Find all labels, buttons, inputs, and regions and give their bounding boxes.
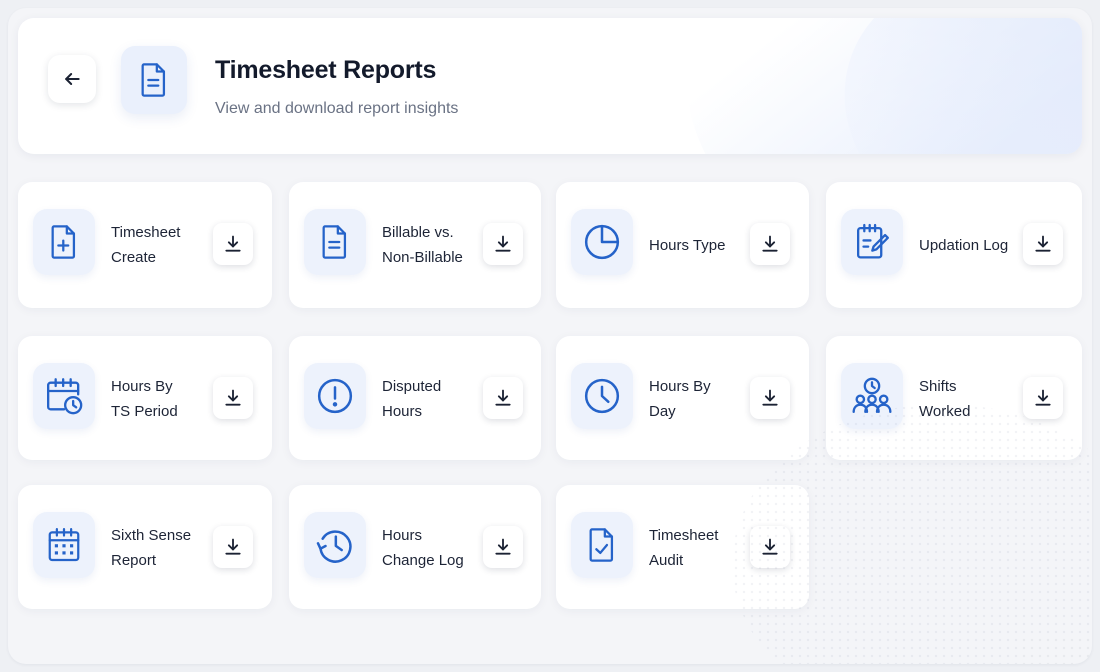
download-icon — [760, 537, 780, 557]
clipboard-edit-icon — [853, 222, 891, 262]
report-label-line2: Report — [111, 552, 157, 569]
report-label-line2: Worked — [919, 403, 971, 420]
report-label: Hours Type — [649, 182, 759, 308]
alert-circle-icon — [315, 376, 355, 416]
report-label-line1: Disputed — [382, 378, 442, 395]
download-button[interactable] — [213, 377, 253, 419]
report-label: Billable vs. Non-Billable — [382, 182, 492, 308]
clock-icon — [582, 376, 622, 416]
report-label: Timesheet Create — [111, 182, 221, 308]
file-check-icon — [585, 526, 619, 564]
report-icon-tile — [571, 512, 633, 578]
report-label-line1: Timesheet — [649, 527, 719, 544]
report-card-hours-type[interactable]: Hours Type — [556, 182, 809, 308]
download-icon — [760, 388, 780, 408]
report-label-line1: Updation Log — [919, 236, 1009, 254]
report-label: Timesheet Audit — [649, 485, 759, 611]
download-button[interactable] — [750, 526, 790, 568]
download-button[interactable] — [750, 377, 790, 419]
report-label-line1: Hours Type — [649, 236, 726, 254]
report-card-hours-by-day[interactable]: Hours By Day — [556, 336, 809, 460]
report-card-timesheet-create[interactable]: Timesheet Create — [18, 182, 272, 308]
team-clock-icon — [850, 376, 894, 416]
file-plus-icon — [47, 223, 81, 261]
document-lines-icon — [318, 223, 352, 261]
report-label-line2: Change Log — [382, 552, 464, 569]
report-label-line2: Audit — [649, 552, 684, 569]
report-icon-tile — [571, 363, 633, 429]
report-label-line1: Timesheet — [111, 224, 181, 241]
download-button[interactable] — [750, 223, 790, 265]
report-card-updation-log[interactable]: Updation Log — [826, 182, 1082, 308]
download-icon — [1033, 234, 1053, 254]
report-card-disputed-hours[interactable]: Disputed Hours — [289, 336, 541, 460]
download-icon — [493, 537, 513, 557]
download-icon — [1033, 388, 1053, 408]
calendar-grid-icon — [45, 525, 83, 565]
report-card-shifts-worked[interactable]: Shifts Worked — [826, 336, 1082, 460]
report-icon-tile — [304, 363, 366, 429]
report-label: Hours By TS Period — [111, 336, 221, 462]
calendar-clock-icon — [44, 376, 84, 416]
report-label: Shifts Worked — [919, 336, 1029, 462]
report-card-hours-by-ts-period[interactable]: Hours By TS Period — [18, 336, 272, 460]
report-icon-tile — [571, 209, 633, 275]
download-button[interactable] — [213, 223, 253, 265]
report-card-timesheet-audit[interactable]: Timesheet Audit — [556, 485, 809, 609]
report-panel: Timesheet Reports View and download repo… — [8, 8, 1092, 664]
download-icon — [223, 234, 243, 254]
report-card-billable[interactable]: Billable vs. Non-Billable — [289, 182, 541, 308]
download-icon — [493, 234, 513, 254]
report-grid: Timesheet Create Billable vs. Non-Billab… — [8, 8, 1092, 664]
report-card-hours-change-log[interactable]: Hours Change Log — [289, 485, 541, 609]
report-label: Updation Log — [919, 182, 1031, 308]
report-label-line1: Shifts — [919, 378, 957, 395]
report-icon-tile — [841, 209, 903, 275]
report-label-line1: Hours By — [649, 378, 711, 395]
download-button[interactable] — [483, 377, 523, 419]
report-icon-tile — [304, 209, 366, 275]
report-label-line2: Create — [111, 249, 157, 266]
report-label-line1: Billable vs. — [382, 224, 454, 241]
report-icon-tile — [841, 363, 903, 429]
report-card-sixth-sense[interactable]: Sixth Sense Report — [18, 485, 272, 609]
download-button[interactable] — [213, 526, 253, 568]
report-label-line2: Non-Billable — [382, 249, 463, 266]
report-label: Sixth Sense Report — [111, 485, 221, 611]
download-button[interactable] — [483, 223, 523, 265]
history-icon — [315, 525, 355, 565]
download-icon — [493, 388, 513, 408]
download-icon — [223, 537, 243, 557]
report-icon-tile — [33, 209, 95, 275]
report-label-line1: Sixth Sense — [111, 527, 192, 544]
report-icon-tile — [304, 512, 366, 578]
download-button[interactable] — [1023, 377, 1063, 419]
report-icon-tile — [33, 363, 95, 429]
report-label-line1: Hours — [382, 527, 423, 544]
report-label: Hours By Day — [649, 336, 759, 462]
report-label: Hours Change Log — [382, 485, 492, 611]
download-button[interactable] — [1023, 223, 1063, 265]
report-label: Disputed Hours — [382, 336, 492, 462]
report-icon-tile — [33, 512, 95, 578]
download-icon — [760, 234, 780, 254]
report-label-line2: Hours — [382, 403, 423, 420]
pie-chart-icon — [582, 222, 622, 262]
report-label-line1: Hours By — [111, 378, 173, 395]
report-label-line2: Day — [649, 403, 676, 420]
download-icon — [223, 388, 243, 408]
download-button[interactable] — [483, 526, 523, 568]
report-label-line2: TS Period — [111, 403, 178, 420]
